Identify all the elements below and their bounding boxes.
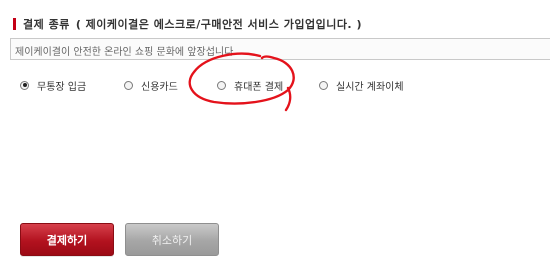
payment-option-realtime-transfer[interactable]: 실시간 계좌이체	[319, 77, 404, 93]
section-marker	[13, 18, 16, 30]
section-subtitle: ( 제이케이결은 에스크로/구매안전 서비스 가입업입니다. )	[75, 18, 362, 31]
radio-bank-deposit[interactable]	[20, 80, 29, 90]
option-label: 휴대폰 결제	[234, 81, 284, 93]
option-label: 실시간 계좌이체	[336, 81, 404, 93]
payment-option-mobile[interactable]: 휴대폰 결제	[217, 77, 283, 93]
option-label: 무통장 입금	[37, 81, 87, 93]
radio-credit-card[interactable]	[124, 80, 133, 90]
section-title: 결제 종류	[23, 18, 70, 31]
payment-method-group: 무통장 입금 신용카드 휴대폰 결제 실시간 계좌이체	[20, 77, 450, 93]
option-label: 신용카드	[141, 81, 178, 93]
pay-button[interactable]: 결제하기	[20, 223, 114, 256]
section-header: 결제 종류 ( 제이케이결은 에스크로/구매안전 서비스 가입업입니다. )	[13, 16, 543, 32]
cancel-button[interactable]: 취소하기	[125, 223, 219, 256]
radio-mobile[interactable]	[217, 80, 226, 90]
payment-option-bank-deposit[interactable]: 무통장 입금	[20, 77, 86, 93]
info-box: 제이케이결이 안전한 온라인 쇼핑 문화에 앞장섭니다	[10, 38, 550, 60]
info-text: 제이케이결이 안전한 온라인 쇼핑 문화에 앞장섭니다	[15, 47, 234, 58]
radio-realtime-transfer[interactable]	[319, 80, 328, 90]
payment-option-credit-card[interactable]: 신용카드	[124, 77, 178, 93]
